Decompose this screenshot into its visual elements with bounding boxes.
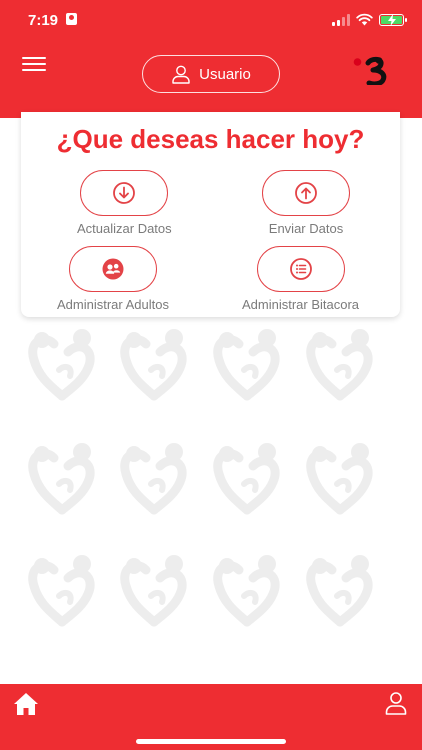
status-person-icon — [66, 13, 77, 25]
app-header: 7:19 Usuario — [0, 0, 422, 118]
send-data-button[interactable]: Enviar Datos — [262, 170, 350, 236]
status-indicators — [332, 12, 407, 26]
list-circle-icon — [289, 258, 312, 280]
manage-adults-button[interactable]: Administrar Adultos — [57, 246, 169, 312]
user-outline-icon — [172, 65, 190, 84]
hamburger-menu-icon[interactable] — [22, 57, 48, 75]
manage-log-pill[interactable] — [256, 246, 345, 292]
upload-circle-icon — [295, 182, 317, 204]
status-time: 7:19 — [28, 12, 59, 29]
update-data-pill[interactable] — [80, 170, 169, 216]
user-button-label: Usuario — [199, 65, 251, 83]
users-circle-icon — [102, 258, 124, 280]
user-profile-icon[interactable] — [384, 691, 408, 715]
bottom-nav — [0, 684, 422, 750]
manage-log-label: Administrar Bitacora — [242, 297, 360, 312]
manage-adults-label: Administrar Adultos — [57, 297, 169, 312]
card-title: ¿Que deseas hacer hoy? — [56, 124, 365, 154]
send-data-pill[interactable] — [262, 170, 350, 216]
download-circle-icon — [113, 182, 136, 204]
send-data-label: Enviar Datos — [268, 221, 344, 236]
signal-icon — [332, 14, 350, 26]
update-data-label: Actualizar Datos — [77, 221, 172, 236]
actions-card: ¿Que deseas hacer hoy? Actualizar Datos … — [21, 112, 400, 317]
manage-adults-pill[interactable] — [69, 246, 157, 292]
brand-logo — [353, 56, 387, 85]
home-indicator — [136, 739, 286, 744]
wifi-icon — [356, 13, 373, 26]
manage-log-button[interactable]: Administrar Bitacora — [242, 246, 359, 312]
user-button[interactable]: Usuario — [142, 55, 280, 93]
background-pattern — [0, 322, 422, 662]
home-icon[interactable] — [13, 692, 39, 716]
battery-icon — [379, 14, 407, 26]
update-data-button[interactable]: Actualizar Datos — [77, 170, 172, 236]
